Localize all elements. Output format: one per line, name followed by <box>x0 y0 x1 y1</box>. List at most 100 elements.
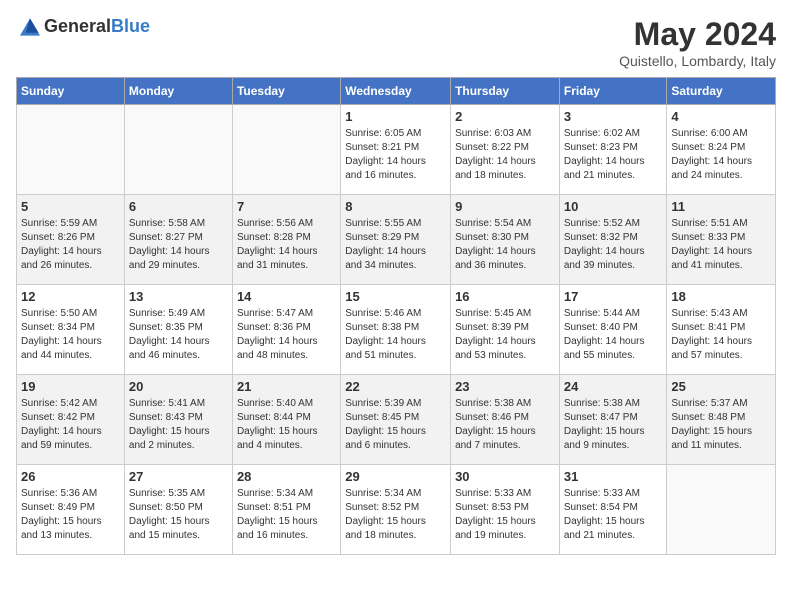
day-number: 13 <box>129 289 228 304</box>
calendar-cell: 20 Sunrise: 5:41 AM Sunset: 8:43 PM Dayli… <box>124 375 232 465</box>
day-number: 29 <box>345 469 446 484</box>
calendar-cell: 31 Sunrise: 5:33 AM Sunset: 8:54 PM Dayli… <box>559 465 667 555</box>
page-header: GeneralBlue May 2024 Quistello, Lombardy… <box>16 16 776 69</box>
day-number: 6 <box>129 199 228 214</box>
day-number: 30 <box>455 469 555 484</box>
day-header-tuesday: Tuesday <box>232 78 340 105</box>
day-number: 31 <box>564 469 663 484</box>
day-header-monday: Monday <box>124 78 232 105</box>
day-info: Sunrise: 5:45 AM Sunset: 8:39 PM Dayligh… <box>455 307 555 363</box>
day-info: Sunrise: 5:42 AM Sunset: 8:42 PM Dayligh… <box>21 397 120 453</box>
day-info: Sunrise: 5:34 AM Sunset: 8:52 PM Dayligh… <box>345 487 446 543</box>
day-number: 28 <box>237 469 336 484</box>
calendar-cell: 25 Sunrise: 5:37 AM Sunset: 8:48 PM Dayli… <box>667 375 776 465</box>
logo-blue: Blue <box>111 16 150 36</box>
day-number: 23 <box>455 379 555 394</box>
title-block: May 2024 Quistello, Lombardy, Italy <box>619 16 776 69</box>
day-info: Sunrise: 5:54 AM Sunset: 8:30 PM Dayligh… <box>455 217 555 273</box>
day-header-thursday: Thursday <box>451 78 560 105</box>
calendar-cell: 21 Sunrise: 5:40 AM Sunset: 8:44 PM Dayli… <box>232 375 340 465</box>
calendar-cell: 5 Sunrise: 5:59 AM Sunset: 8:26 PM Daylig… <box>17 195 125 285</box>
calendar-cell <box>232 105 340 195</box>
day-number: 3 <box>564 109 663 124</box>
day-info: Sunrise: 5:47 AM Sunset: 8:36 PM Dayligh… <box>237 307 336 363</box>
calendar-cell: 18 Sunrise: 5:43 AM Sunset: 8:41 PM Dayli… <box>667 285 776 375</box>
day-info: Sunrise: 5:37 AM Sunset: 8:48 PM Dayligh… <box>671 397 771 453</box>
calendar-cell: 10 Sunrise: 5:52 AM Sunset: 8:32 PM Dayli… <box>559 195 667 285</box>
day-info: Sunrise: 5:38 AM Sunset: 8:47 PM Dayligh… <box>564 397 663 453</box>
day-info: Sunrise: 5:58 AM Sunset: 8:27 PM Dayligh… <box>129 217 228 273</box>
calendar-cell: 22Sunrise: 5:39 AM Sunset: 8:45 PM Dayli… <box>341 375 451 465</box>
day-info: Sunrise: 6:05 AM Sunset: 8:21 PM Dayligh… <box>345 127 446 183</box>
day-number: 10 <box>564 199 663 214</box>
day-header-wednesday: Wednesday <box>341 78 451 105</box>
calendar-cell: 9 Sunrise: 5:54 AM Sunset: 8:30 PM Daylig… <box>451 195 560 285</box>
day-number: 1 <box>345 109 446 124</box>
day-info: Sunrise: 5:46 AM Sunset: 8:38 PM Dayligh… <box>345 307 446 363</box>
calendar-cell: 26 Sunrise: 5:36 AM Sunset: 8:49 PM Dayli… <box>17 465 125 555</box>
day-number: 17 <box>564 289 663 304</box>
calendar-cell: 12Sunrise: 5:50 AM Sunset: 8:34 PM Dayli… <box>17 285 125 375</box>
calendar-cell: 2 Sunrise: 6:03 AM Sunset: 8:22 PM Daylig… <box>451 105 560 195</box>
day-header-friday: Friday <box>559 78 667 105</box>
day-info: Sunrise: 5:55 AM Sunset: 8:29 PM Dayligh… <box>345 217 446 273</box>
day-info: Sunrise: 5:36 AM Sunset: 8:49 PM Dayligh… <box>21 487 120 543</box>
day-number: 27 <box>129 469 228 484</box>
day-header-saturday: Saturday <box>667 78 776 105</box>
day-info: Sunrise: 6:00 AM Sunset: 8:24 PM Dayligh… <box>671 127 771 183</box>
day-info: Sunrise: 5:33 AM Sunset: 8:54 PM Dayligh… <box>564 487 663 543</box>
day-info: Sunrise: 5:43 AM Sunset: 8:41 PM Dayligh… <box>671 307 771 363</box>
day-number: 15 <box>345 289 446 304</box>
calendar-cell: 27 Sunrise: 5:35 AM Sunset: 8:50 PM Dayli… <box>124 465 232 555</box>
calendar-cell: 11Sunrise: 5:51 AM Sunset: 8:33 PM Dayli… <box>667 195 776 285</box>
day-number: 26 <box>21 469 120 484</box>
logo-general: General <box>44 16 111 36</box>
day-info: Sunrise: 5:52 AM Sunset: 8:32 PM Dayligh… <box>564 217 663 273</box>
day-number: 20 <box>129 379 228 394</box>
day-info: Sunrise: 5:34 AM Sunset: 8:51 PM Dayligh… <box>237 487 336 543</box>
day-number: 16 <box>455 289 555 304</box>
calendar-cell: 23 Sunrise: 5:38 AM Sunset: 8:46 PM Dayli… <box>451 375 560 465</box>
calendar-cell <box>17 105 125 195</box>
day-info: Sunrise: 5:33 AM Sunset: 8:53 PM Dayligh… <box>455 487 555 543</box>
calendar-table: SundayMondayTuesdayWednesdayThursdayFrid… <box>16 77 776 555</box>
day-number: 9 <box>455 199 555 214</box>
day-number: 2 <box>455 109 555 124</box>
month-title: May 2024 <box>619 16 776 53</box>
calendar-cell: 19 Sunrise: 5:42 AM Sunset: 8:42 PM Dayli… <box>17 375 125 465</box>
day-info: Sunrise: 6:03 AM Sunset: 8:22 PM Dayligh… <box>455 127 555 183</box>
day-number: 8 <box>345 199 446 214</box>
day-number: 14 <box>237 289 336 304</box>
day-number: 4 <box>671 109 771 124</box>
calendar-cell: 8 Sunrise: 5:55 AM Sunset: 8:29 PM Daylig… <box>341 195 451 285</box>
day-info: Sunrise: 5:59 AM Sunset: 8:26 PM Dayligh… <box>21 217 120 273</box>
day-number: 25 <box>671 379 771 394</box>
calendar-cell: 3Sunrise: 6:02 AM Sunset: 8:23 PM Daylig… <box>559 105 667 195</box>
calendar-cell: 1 Sunrise: 6:05 AM Sunset: 8:21 PM Daylig… <box>341 105 451 195</box>
calendar-cell: 15 Sunrise: 5:46 AM Sunset: 8:38 PM Dayli… <box>341 285 451 375</box>
day-info: Sunrise: 5:56 AM Sunset: 8:28 PM Dayligh… <box>237 217 336 273</box>
day-number: 24 <box>564 379 663 394</box>
calendar-cell: 24 Sunrise: 5:38 AM Sunset: 8:47 PM Dayli… <box>559 375 667 465</box>
day-info: Sunrise: 5:49 AM Sunset: 8:35 PM Dayligh… <box>129 307 228 363</box>
day-info: Sunrise: 5:51 AM Sunset: 8:33 PM Dayligh… <box>671 217 771 273</box>
day-number: 19 <box>21 379 120 394</box>
day-number: 5 <box>21 199 120 214</box>
day-info: Sunrise: 5:41 AM Sunset: 8:43 PM Dayligh… <box>129 397 228 453</box>
calendar-cell: 14 Sunrise: 5:47 AM Sunset: 8:36 PM Dayli… <box>232 285 340 375</box>
day-info: Sunrise: 5:44 AM Sunset: 8:40 PM Dayligh… <box>564 307 663 363</box>
day-number: 12 <box>21 289 120 304</box>
day-number: 21 <box>237 379 336 394</box>
day-number: 7 <box>237 199 336 214</box>
calendar-cell: 28 Sunrise: 5:34 AM Sunset: 8:51 PM Dayli… <box>232 465 340 555</box>
calendar-cell: 7 Sunrise: 5:56 AM Sunset: 8:28 PM Daylig… <box>232 195 340 285</box>
calendar-cell: 17 Sunrise: 5:44 AM Sunset: 8:40 PM Dayli… <box>559 285 667 375</box>
day-header-sunday: Sunday <box>17 78 125 105</box>
day-info: Sunrise: 5:35 AM Sunset: 8:50 PM Dayligh… <box>129 487 228 543</box>
calendar-cell: 29 Sunrise: 5:34 AM Sunset: 8:52 PM Dayli… <box>341 465 451 555</box>
day-number: 18 <box>671 289 771 304</box>
calendar-cell <box>124 105 232 195</box>
day-info: Sunrise: 5:38 AM Sunset: 8:46 PM Dayligh… <box>455 397 555 453</box>
logo-icon <box>18 17 42 37</box>
day-info: Sunrise: 5:40 AM Sunset: 8:44 PM Dayligh… <box>237 397 336 453</box>
